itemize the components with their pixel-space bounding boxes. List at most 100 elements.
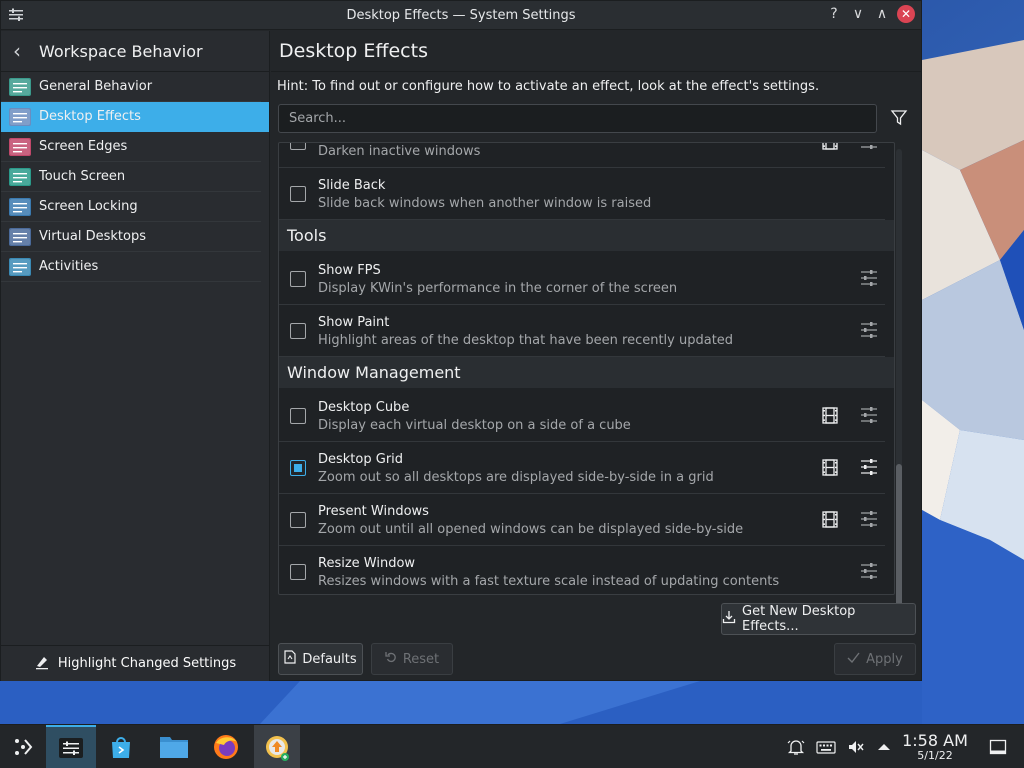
effect-checkbox[interactable] [290,323,306,339]
effect-checkbox[interactable] [290,143,306,150]
video-preview-icon[interactable] [822,407,838,424]
scrollbar-thumb[interactable] [896,464,902,617]
desktop-effects-icon [9,107,31,126]
sidebar-item-screen-locking[interactable]: Screen Locking [1,192,261,222]
section-header: Tools [279,220,894,251]
effect-title: Slide Back [318,178,386,193]
effect-row-present-windows[interactable]: Present Windows Zoom out until all opened… [279,494,885,546]
show-hidden-icons-chevron-up-icon[interactable] [874,737,894,757]
sidebar-list: General Behavior Desktop Effects Screen Ed… [1,72,269,282]
configure-sliders-icon[interactable] [860,561,878,581]
screen-locking-icon [9,197,31,216]
get-new-effects-button[interactable]: Get New Desktop Effects... [721,603,916,635]
updater-task-icon[interactable] [254,725,300,768]
effect-row-dim-inactive[interactable]: Darken inactive windows [279,143,885,168]
effect-row-desktop-cube[interactable]: Desktop Cube Display each virtual desktop… [279,390,885,442]
sidebar-item-label: General Behavior [39,79,153,94]
effect-description: Display each virtual desktop on a side o… [318,418,631,433]
effect-title: Show Paint [318,315,390,330]
activities-icon [9,257,31,276]
application-launcher-icon[interactable] [2,725,44,768]
help-button[interactable]: ? [825,5,843,23]
minimize-button[interactable]: ∨ [849,5,867,23]
close-button[interactable]: ✕ [897,5,915,23]
defaults-button[interactable]: Defaults [278,643,363,675]
volume-muted-icon[interactable] [846,737,866,757]
sidebar-item-activities[interactable]: Activities [1,252,261,282]
effect-description: Highlight areas of the desktop that have… [318,333,734,348]
configure-sliders-icon[interactable] [860,509,878,529]
reset-button[interactable]: Reset [371,643,453,675]
effects-list[interactable]: Darken inactive windows Slide Back Slide b… [278,142,895,595]
apply-label: Apply [866,651,903,667]
sidebar-item-desktop-effects[interactable]: Desktop Effects [1,102,269,132]
file-manager-icon[interactable] [153,725,195,768]
touch-screen-icon [9,167,31,186]
configure-sliders-icon[interactable] [860,457,878,477]
general-behavior-icon [9,77,31,96]
effect-title: Show FPS [318,263,381,278]
show-desktop-icon[interactable] [988,737,1008,757]
highlight-changed-settings-button[interactable]: Highlight Changed Settings [1,645,269,681]
effect-row-slide-back[interactable]: Slide Back Slide back windows when anothe… [279,168,885,220]
filter-icon[interactable] [889,108,909,128]
reset-label: Reset [402,651,440,667]
highlighter-icon [34,654,50,674]
sidebar-item-virtual-desktops[interactable]: Virtual Desktops [1,222,261,252]
sidebar-item-screen-edges[interactable]: Screen Edges [1,132,261,162]
search-input[interactable]: Search... [278,104,877,133]
video-preview-icon[interactable] [822,511,838,528]
effect-row-show-paint[interactable]: Show Paint Highlight areas of the desktop… [279,305,885,357]
clock-time: 1:58 AM [902,731,968,750]
effect-description: Resizes windows with a fast texture scal… [318,574,780,589]
get-new-effects-label: Get New Desktop Effects... [742,604,856,634]
apply-button[interactable]: Apply [834,643,916,675]
effect-title: Present Windows [318,504,429,519]
effect-checkbox[interactable] [290,186,306,202]
digital-clock[interactable]: 1:58 AM 5/1/22 [898,731,972,762]
effect-title: Desktop Grid [318,452,404,467]
virtual-keyboard-icon[interactable] [816,737,836,757]
effect-checkbox[interactable] [290,512,306,528]
effect-row-show-fps[interactable]: Show FPS Display KWin's performance in th… [279,253,885,305]
effect-checkbox[interactable] [290,271,306,287]
discover-store-icon[interactable] [100,725,142,768]
effect-checkbox[interactable] [290,564,306,580]
undo-icon [385,651,397,667]
search-placeholder: Search... [289,111,347,126]
sidebar-item-label: Screen Locking [39,199,138,214]
download-icon [722,610,736,628]
sidebar-item-general-behavior[interactable]: General Behavior [1,72,261,102]
document-defaults-icon [284,650,296,668]
system-settings-task-icon[interactable] [46,725,96,768]
back-icon[interactable]: ‹ [13,39,35,63]
effect-description: Darken inactive windows [318,144,481,159]
title-bar[interactable]: Desktop Effects — System Settings ? ∨ ∧ … [1,1,921,30]
video-preview-icon[interactable] [822,459,838,476]
notifications-bell-icon[interactable] [786,737,806,757]
effect-row-resize-window[interactable]: Resize Window Resizes windows with a fast… [279,546,885,594]
highlight-changed-settings-label: Highlight Changed Settings [57,656,237,671]
maximize-button[interactable]: ∧ [873,5,891,23]
configure-sliders-icon[interactable] [860,268,878,288]
window-title: Desktop Effects — System Settings [346,7,576,23]
configure-sliders-icon[interactable] [860,143,878,151]
page-title: Desktop Effects [271,31,922,72]
sidebar-item-touch-screen[interactable]: Touch Screen [1,162,261,192]
configure-sliders-icon[interactable] [860,405,878,425]
settings-app-icon[interactable] [7,6,25,24]
effect-description: Display KWin's performance in the corner… [318,281,678,296]
effect-checkbox[interactable] [290,460,306,476]
sidebar-item-label: Virtual Desktops [39,229,146,244]
firefox-icon[interactable] [205,725,247,768]
checkmark-icon [847,652,860,667]
effect-checkbox[interactable] [290,408,306,424]
sidebar-item-label: Touch Screen [39,169,126,184]
sidebar-item-label: Desktop Effects [39,109,141,124]
main-panel: Desktop Effects Hint: To find out or con… [271,31,922,681]
effect-row-desktop-grid[interactable]: Desktop Grid Zoom out so all desktops are… [279,442,885,494]
defaults-label: Defaults [302,651,357,667]
configure-sliders-icon[interactable] [860,320,878,340]
sidebar-item-label: Activities [39,259,99,274]
video-preview-icon[interactable] [822,143,838,150]
